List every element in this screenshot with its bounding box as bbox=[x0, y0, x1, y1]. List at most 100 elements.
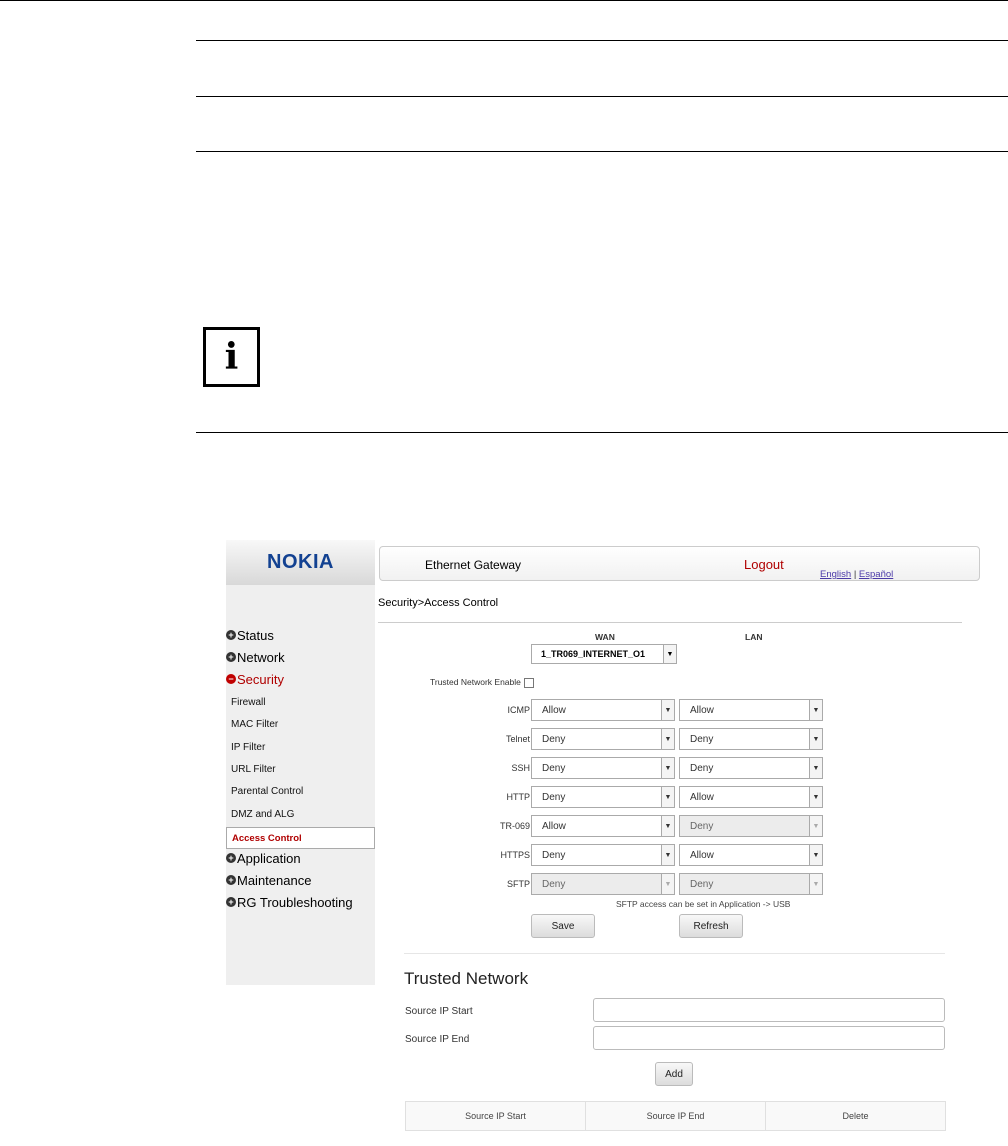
lan-access-select: Deny ▼ bbox=[679, 815, 823, 837]
sidebar-sub-dmz-alg[interactable]: DMZ and ALG bbox=[231, 805, 294, 823]
protocol-label: TR-069 bbox=[499, 821, 530, 831]
section-divider bbox=[404, 953, 945, 954]
lan-access-select[interactable]: Deny ▼ bbox=[679, 728, 823, 750]
sidebar-item-label: Security bbox=[237, 671, 284, 687]
protocol-label: HTTPS bbox=[500, 850, 530, 860]
wan-access-select[interactable]: Deny ▼ bbox=[531, 786, 675, 808]
select-value: Allow bbox=[542, 820, 566, 832]
lan-access-select[interactable]: Allow ▼ bbox=[679, 699, 823, 721]
select-value: Deny bbox=[542, 878, 566, 890]
lan-access-select[interactable]: Allow ▼ bbox=[679, 786, 823, 808]
expand-icon: + bbox=[226, 875, 236, 885]
expand-icon: + bbox=[226, 652, 236, 662]
sidebar-item-network[interactable]: + Network bbox=[226, 647, 375, 667]
language-switcher: English | Español bbox=[820, 569, 893, 580]
info-glyph: i bbox=[224, 336, 239, 378]
sidebar-item-rg-troubleshooting[interactable]: + RG Troubleshooting bbox=[226, 892, 375, 912]
chevron-down-icon: ▼ bbox=[809, 874, 822, 894]
select-value: Allow bbox=[542, 704, 566, 716]
select-value: Deny bbox=[690, 820, 714, 832]
lan-access-select: Deny ▼ bbox=[679, 873, 823, 895]
add-button[interactable]: Add bbox=[655, 1062, 693, 1086]
sidebar-sub-firewall[interactable]: Firewall bbox=[231, 693, 265, 711]
chevron-down-icon: ▼ bbox=[663, 645, 676, 663]
lang-spanish-link[interactable]: Español bbox=[859, 569, 893, 580]
chevron-down-icon: ▼ bbox=[809, 729, 822, 749]
wan-select-value: 1_TR069_INTERNET_O1 bbox=[541, 649, 646, 659]
note-bottom-rule bbox=[196, 432, 1008, 433]
sidebar-item-label: Application bbox=[237, 850, 301, 866]
sidebar-item-application[interactable]: + Application bbox=[226, 848, 375, 868]
chevron-down-icon: ▼ bbox=[809, 758, 822, 778]
nokia-logo: NOKIA bbox=[267, 551, 334, 573]
info-icon: i bbox=[203, 327, 260, 387]
logout-link[interactable]: Logout bbox=[744, 557, 784, 572]
wan-column-header: WAN bbox=[595, 632, 615, 642]
chevron-down-icon: ▼ bbox=[809, 816, 822, 836]
sidebar-sub-parental-control[interactable]: Parental Control bbox=[231, 782, 303, 800]
app-title: Ethernet Gateway bbox=[425, 558, 522, 572]
trusted-enable-checkbox[interactable] bbox=[523, 677, 534, 688]
sidebar-item-security[interactable]: − Security bbox=[226, 669, 375, 689]
wan-access-select[interactable]: Deny ▼ bbox=[531, 757, 675, 779]
sidebar: + Status + Network − Security Firewall MAC … bbox=[226, 585, 375, 985]
sidebar-item-label: Status bbox=[237, 627, 274, 643]
gateway-screenshot: NOKIA + Status + Network − Security Firewal… bbox=[226, 540, 983, 1131]
select-value: Deny bbox=[542, 762, 566, 774]
protocol-label: SFTP bbox=[506, 879, 530, 889]
lan-access-select[interactable]: Allow ▼ bbox=[679, 844, 823, 866]
wan-access-select[interactable]: Allow ▼ bbox=[531, 699, 675, 721]
chevron-down-icon: ▼ bbox=[661, 729, 674, 749]
header-bar: Ethernet Gateway Logout English | Españo… bbox=[379, 546, 980, 581]
sftp-note: SFTP access can be set in Application ->… bbox=[616, 899, 791, 909]
logo-area: NOKIA bbox=[226, 540, 375, 585]
trusted-enable-label: Trusted Network Enable bbox=[430, 677, 521, 687]
chevron-down-icon: ▼ bbox=[661, 758, 674, 778]
wan-connection-select[interactable]: 1_TR069_INTERNET_O1 ▼ bbox=[531, 644, 677, 664]
chevron-down-icon: ▼ bbox=[661, 787, 674, 807]
trusted-network-enable: Trusted Network Enable bbox=[430, 677, 534, 688]
wan-access-select[interactable]: Deny ▼ bbox=[531, 844, 675, 866]
source-ip-start-label: Source IP Start bbox=[405, 1006, 473, 1017]
expand-icon: + bbox=[226, 897, 236, 907]
source-ip-start-input[interactable] bbox=[593, 998, 945, 1022]
select-value: Allow bbox=[690, 704, 714, 716]
lang-separator: | bbox=[853, 569, 857, 580]
source-ip-end-input[interactable] bbox=[593, 1026, 945, 1050]
select-value: Deny bbox=[690, 733, 714, 745]
sidebar-sub-ip-filter[interactable]: IP Filter bbox=[231, 738, 265, 756]
source-ip-end-label: Source IP End bbox=[405, 1034, 470, 1045]
chevron-down-icon: ▼ bbox=[661, 845, 674, 865]
sidebar-sub-access-control[interactable]: Access Control bbox=[226, 827, 375, 849]
sidebar-item-label: Maintenance bbox=[237, 872, 312, 888]
chevron-down-icon: ▼ bbox=[809, 787, 822, 807]
sidebar-item-maintenance[interactable]: + Maintenance bbox=[226, 870, 375, 890]
select-value: Deny bbox=[690, 762, 714, 774]
chevron-down-icon: ▼ bbox=[661, 874, 674, 894]
chevron-down-icon: ▼ bbox=[661, 700, 674, 720]
page-top-rule bbox=[0, 0, 1008, 1]
expand-icon: + bbox=[226, 630, 236, 640]
sidebar-sub-mac-filter[interactable]: MAC Filter bbox=[231, 715, 278, 733]
lan-access-select[interactable]: Deny ▼ bbox=[679, 757, 823, 779]
trusted-network-heading: Trusted Network bbox=[404, 969, 529, 988]
chevron-down-icon: ▼ bbox=[809, 845, 822, 865]
select-value: Deny bbox=[542, 733, 566, 745]
lang-english-link[interactable]: English bbox=[820, 569, 851, 580]
protocol-label: SSH bbox=[511, 763, 530, 773]
protocol-label: ICMP bbox=[507, 705, 531, 715]
column-header: Source IP Start bbox=[406, 1102, 586, 1130]
save-button[interactable]: Save bbox=[531, 914, 595, 938]
trusted-table-header: Source IP Start Source IP End Delete bbox=[405, 1101, 946, 1131]
sidebar-item-status[interactable]: + Status bbox=[226, 625, 375, 645]
wan-access-select[interactable]: Deny ▼ bbox=[531, 728, 675, 750]
expand-icon: + bbox=[226, 853, 236, 863]
chevron-down-icon: ▼ bbox=[661, 816, 674, 836]
select-value: Deny bbox=[542, 791, 566, 803]
refresh-button[interactable]: Refresh bbox=[679, 914, 743, 938]
collapse-icon: − bbox=[226, 674, 236, 684]
table-rule-1 bbox=[196, 40, 1008, 41]
sidebar-sub-url-filter[interactable]: URL Filter bbox=[231, 760, 276, 778]
wan-access-select[interactable]: Allow ▼ bbox=[531, 815, 675, 837]
select-value: Allow bbox=[690, 791, 714, 803]
